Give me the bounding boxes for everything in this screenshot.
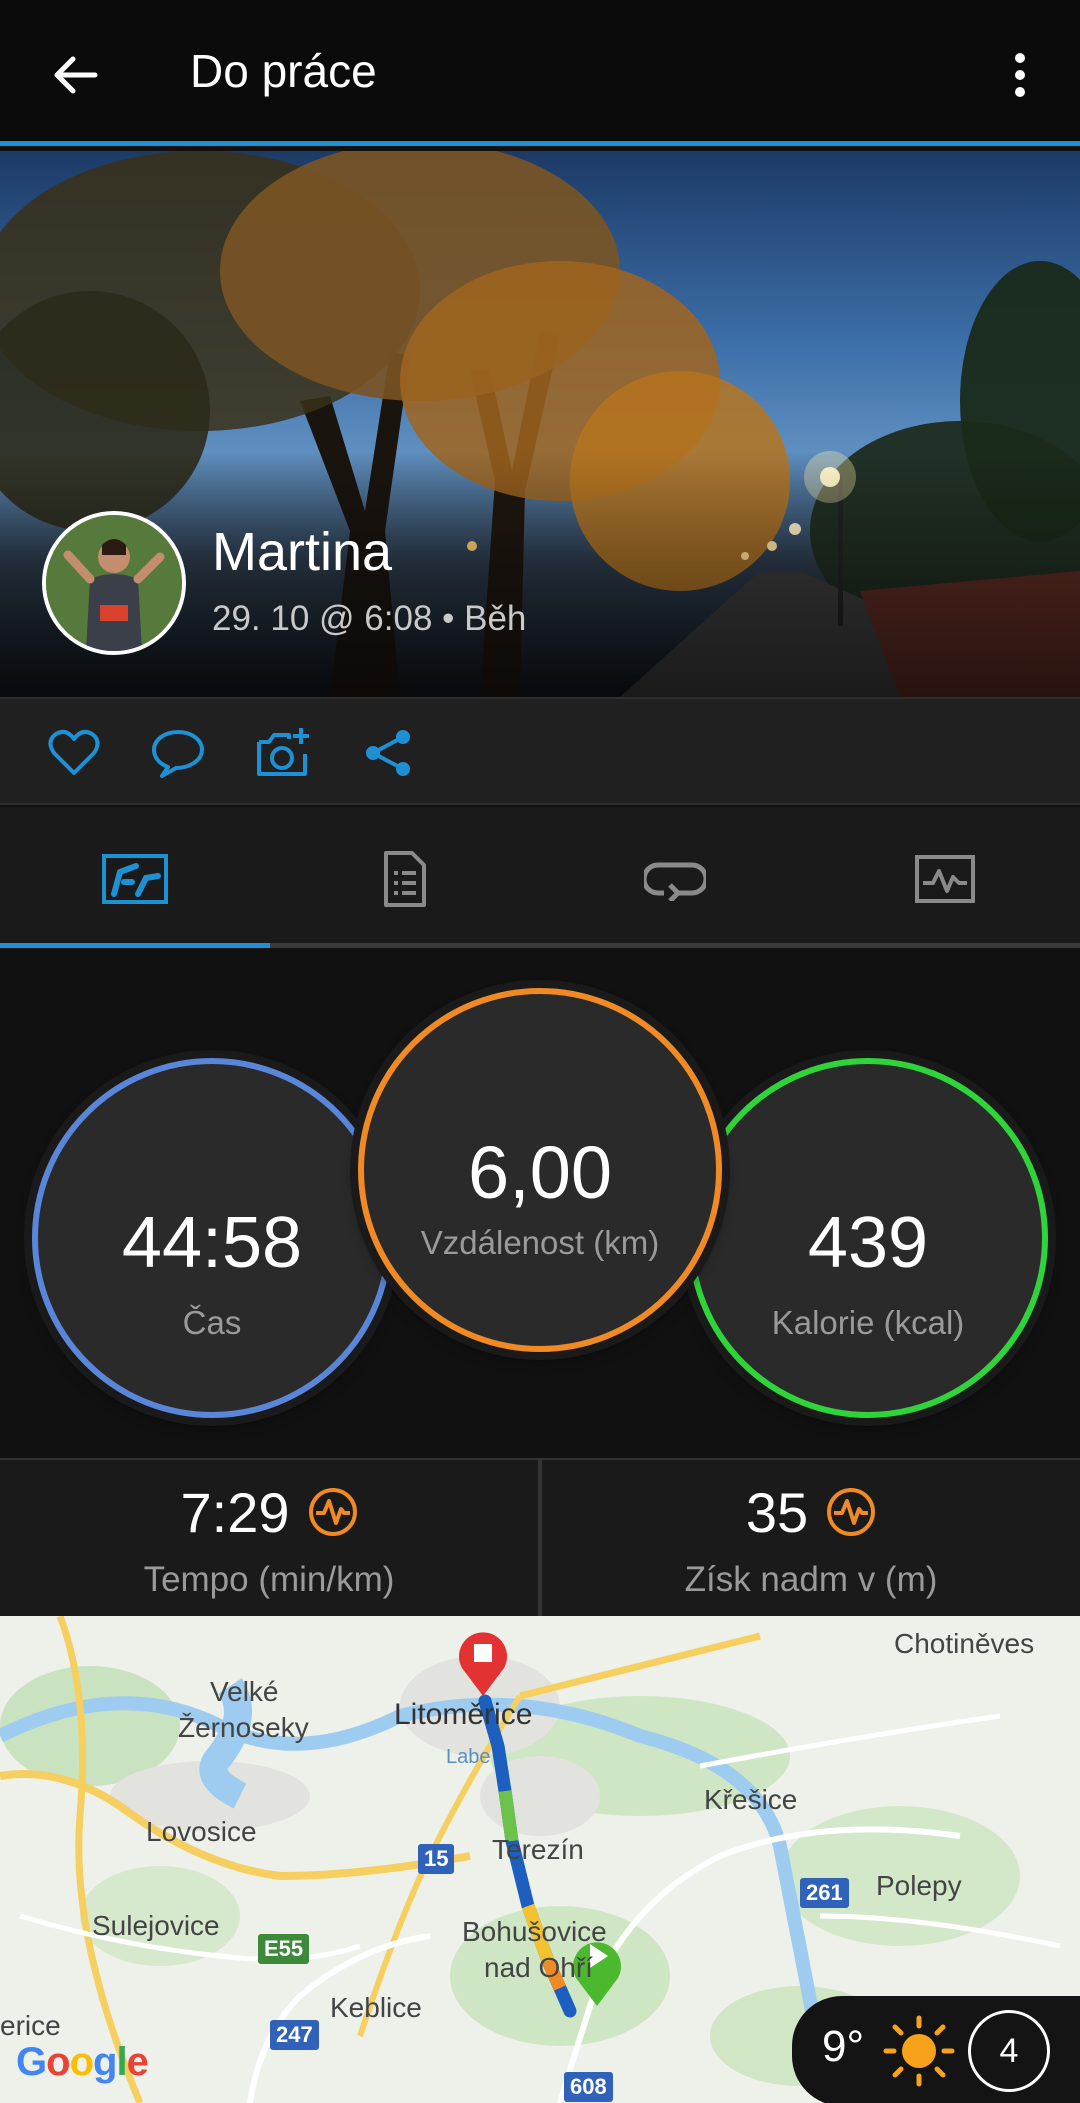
- sun-icon: [882, 2014, 956, 2093]
- chart-icon: [915, 854, 975, 903]
- calories-label: Kalorie (kcal): [771, 1304, 965, 1341]
- road-number: 15: [418, 1844, 455, 1874]
- wind-speed: 4: [999, 2031, 1019, 2070]
- tab-laps[interactable]: [540, 807, 810, 950]
- distance-stat: 6,00 Vzdálenost (km): [358, 988, 722, 1352]
- map-label: Křešice: [704, 1784, 798, 1815]
- back-arrow-icon[interactable]: [40, 40, 110, 110]
- metrics-row: 7:29 Tempo (min/km) 35 Získ nadm v (m): [0, 1458, 1080, 1618]
- weather-temperature: 9°: [822, 2022, 865, 2071]
- distance-label: Vzdálenost (km): [420, 1224, 660, 1261]
- map-label: Žernoseky: [178, 1712, 309, 1743]
- summary-stats: 44:58 Čas 439 Kalorie (kcal) 6,00 Vzdále…: [0, 948, 1080, 1458]
- tempo-metric[interactable]: 7:29 Tempo (min/km): [0, 1460, 538, 1618]
- activity-date-type: 29. 10 @ 6:08 • Běh: [212, 599, 527, 638]
- road-number: 261: [800, 1878, 849, 1908]
- pulse-icon: [826, 1485, 876, 1550]
- avatar[interactable]: [42, 511, 186, 655]
- map-label: Lovosice: [146, 1816, 257, 1847]
- road-number: 608: [564, 2072, 613, 2102]
- map-label: erice: [0, 2010, 61, 2041]
- distance-value: 6,00: [467, 1131, 613, 1214]
- overview-icon: [102, 853, 168, 904]
- google-logo: Google: [16, 2040, 149, 2084]
- user-name[interactable]: Martina: [212, 521, 392, 583]
- map-label: Labe: [446, 1746, 491, 1768]
- tempo-label: Tempo (min/km): [143, 1560, 395, 1599]
- page-title: Do práce: [190, 45, 377, 97]
- time-label: Čas: [182, 1304, 242, 1341]
- map-label: nad Ohří: [484, 1952, 593, 1983]
- tab-charts[interactable]: [810, 807, 1080, 950]
- elevation-metric[interactable]: 35 Získ nadm v (m): [542, 1460, 1080, 1618]
- more-options-icon[interactable]: [990, 40, 1050, 110]
- wind-compass: 4: [968, 2010, 1050, 2092]
- loop-icon: [644, 862, 706, 901]
- app-bar: Do práce: [0, 0, 1080, 146]
- pulse-icon: [308, 1485, 358, 1550]
- map-label: Bohušovice: [462, 1916, 607, 1947]
- time-value: 44:58: [121, 1203, 303, 1283]
- share-icon[interactable]: [358, 723, 418, 783]
- map-label: Terezín: [492, 1834, 584, 1865]
- tab-details[interactable]: [270, 807, 540, 950]
- document-icon: [384, 850, 426, 907]
- map-label: Velké: [210, 1676, 279, 1707]
- elevation-value: 35: [745, 1481, 809, 1544]
- road-number: 247: [270, 2020, 319, 2050]
- map-label: Litoměrice: [394, 1698, 533, 1731]
- activity-tabs: [0, 807, 1080, 950]
- map-label: Keblice: [330, 1992, 422, 2023]
- elevation-label: Získ nadm v (m): [684, 1560, 938, 1599]
- tempo-value: 7:29: [180, 1481, 290, 1544]
- comment-icon[interactable]: [148, 723, 208, 783]
- heart-icon[interactable]: [44, 723, 104, 783]
- add-photo-icon[interactable]: [254, 723, 314, 783]
- action-bar: [0, 697, 1080, 805]
- calories-value: 439: [807, 1203, 929, 1283]
- weather-badge[interactable]: 9° 4: [792, 1996, 1080, 2103]
- road-number: E55: [258, 1934, 310, 1964]
- map-label: Polepy: [876, 1870, 962, 1901]
- activity-photo[interactable]: Martina 29. 10 @ 6:08 • Běh: [0, 151, 1080, 697]
- map-label: Sulejovice: [92, 1910, 220, 1941]
- map-label: Chotiněves: [894, 1628, 1035, 1659]
- calories-stat: 439 Kalorie (kcal): [688, 1058, 1048, 1418]
- time-stat: 44:58 Čas: [32, 1058, 392, 1418]
- tab-overview[interactable]: [0, 807, 270, 950]
